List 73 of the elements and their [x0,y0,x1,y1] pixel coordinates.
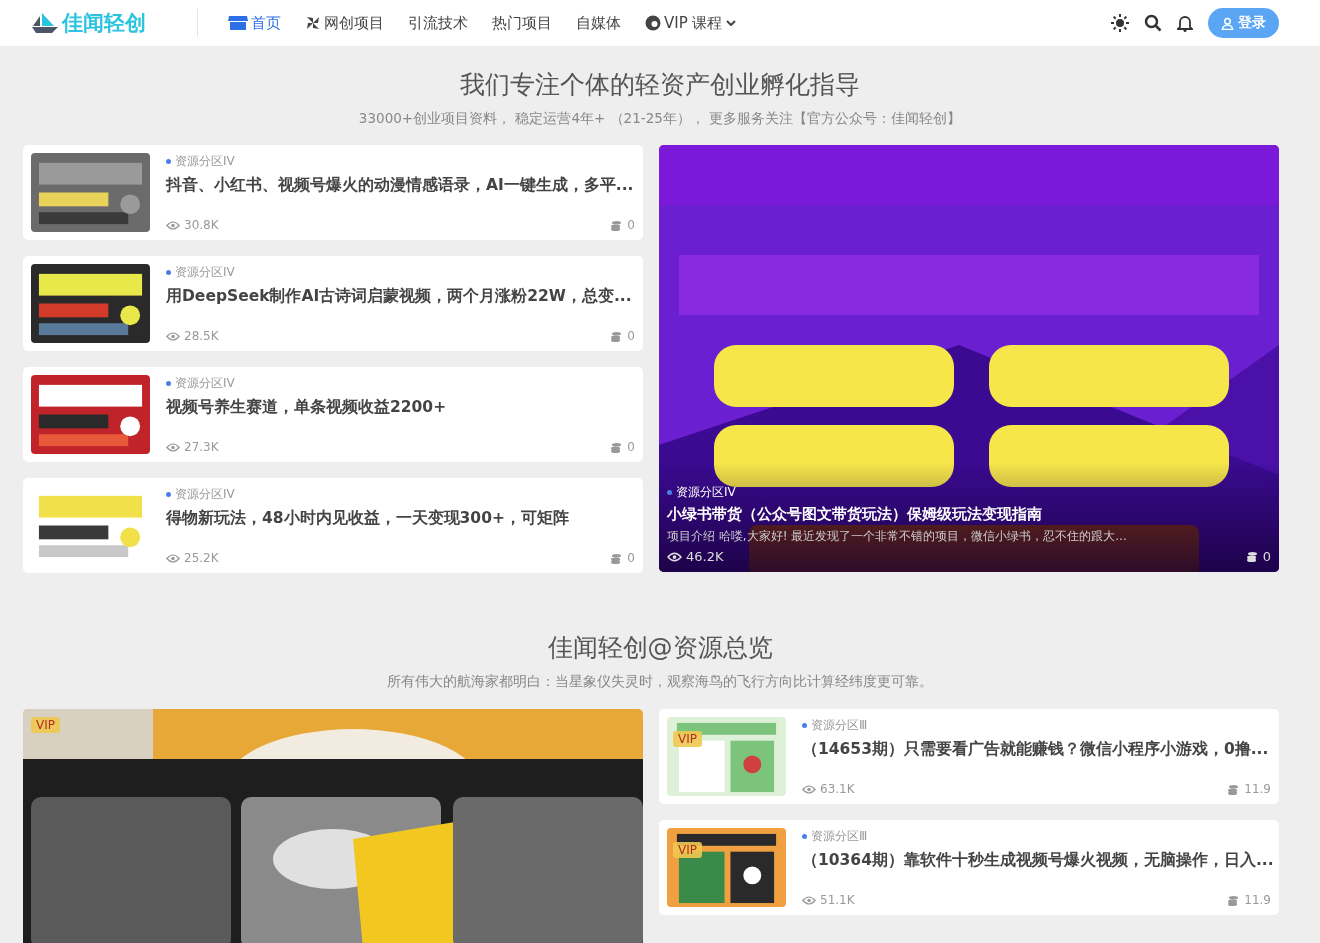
post-card[interactable]: 资源分区IV 抖音、小红书、视频号爆火的动漫情感语录，AI一键生成，多平... 30.8K 0 [23,145,643,240]
section-title: 我们专注个体的轻资产创业孵化指导 [459,69,861,101]
price-label: 11.9 [1244,893,1271,907]
store-icon [228,15,248,31]
post-title[interactable]: （14653期）只需要看广告就能赚钱？微信小程序小游戏，0撸... [802,739,1271,760]
coins-icon [610,552,624,564]
eye-icon [667,551,682,562]
nav-link[interactable]: 引流技术 [408,13,468,33]
post-title[interactable]: 用DeepSeek制作AI古诗词启蒙视频，两个月涨粉22W，总变... [166,286,635,307]
vip-badge: VIP [673,842,702,858]
view-count: 25.2K [184,551,219,565]
user-icon [1221,16,1234,30]
eye-icon [802,895,816,905]
price-label: 11.9 [1244,782,1271,796]
nav-link[interactable]: 自媒体 [576,13,621,33]
nav-link[interactable]: 网创项目 [305,13,384,33]
section-subtitle: 33000+创业项目资料， 稳定运营4年+ （21-25年）， 更多服务关注【官方公众号：佳闻轻创】 [357,109,963,128]
comment-count: 0 [627,551,635,565]
category-dot-icon [166,159,171,164]
category-dot-icon [166,492,171,497]
swirl-icon [645,15,661,31]
post-title[interactable]: 小绿书带货（公众号图文带货玩法）保姆级玩法变现指南 [667,505,1271,524]
view-count: 28.5K [184,329,219,343]
post-title[interactable]: 得物新玩法，48小时内见收益，一天变现300+，可矩阵 [166,508,635,529]
search-icon[interactable] [1144,14,1162,32]
post-card[interactable]: VIP 资源分区Ⅲ （14653期）只需要看广告就能赚钱？微信小程序小游戏，0撸... 63.1K 11.9 [659,709,1279,804]
post-title[interactable]: 抖音、小红书、视频号爆火的动漫情感语录，AI一键生成，多平... [166,175,635,196]
coins-icon [610,330,624,342]
post-card[interactable]: 资源分区IV 用DeepSeek制作AI古诗词启蒙视频，两个月涨粉22W，总变... 28.5K 0 [23,256,643,351]
coins-icon [1245,551,1259,562]
eye-icon [166,331,180,341]
post-excerpt: 项目介绍 哈喽,大家好! 最近发现了一个非常不错的项目，微信小绿书，忍不住的跟大... [667,528,1128,545]
category-dot-icon [802,834,807,839]
section-title: 佳闻轻创@资源总览 [546,632,774,664]
view-count: 46.2K [686,549,724,564]
featured-banner[interactable]: 资源分区IV 小绿书带货（公众号图文带货玩法）保姆级玩法变现指南 项目介绍 哈喽,大家好! 最近发现了一个非常不错的项目，微信小绿书，忍不住的跟大... 46.2K 0 [659,145,1279,572]
bell-icon[interactable] [1177,14,1193,32]
coins-icon [610,219,624,231]
comment-count: 0 [1262,549,1271,564]
category-dot-icon [166,381,171,386]
coins-icon [1227,783,1241,795]
post-card[interactable]: VIP [23,709,643,943]
category-dot-icon [802,723,807,728]
eye-icon [166,442,180,452]
eye-icon [802,784,816,794]
theme-toggle-icon[interactable] [1111,14,1129,32]
post-title[interactable]: 视频号养生赛道，单条视频收益2200+ [166,397,635,418]
post-card[interactable]: 资源分区IV 视频号养生赛道，单条视频收益2200+ 27.3K 0 [23,367,643,462]
coins-icon [1227,894,1241,906]
category-dot-icon [166,270,171,275]
view-count: 30.8K [184,218,219,232]
comment-count: 0 [627,218,635,232]
boat-logo-icon[interactable] [30,11,60,35]
category-label[interactable]: 资源分区IV [676,484,736,501]
view-count: 63.1K [820,782,855,796]
coins-icon [610,441,624,453]
vip-badge: VIP [31,717,60,733]
nav-link[interactable]: 热门项目 [492,13,552,33]
nav-link[interactable]: 首页 [228,13,281,33]
section-subtitle: 所有伟大的航海家都明白：当星象仪失灵时，观察海鸟的飞行方向比计算经纬度更可靠。 [386,672,934,691]
post-card[interactable]: VIP 资源分区Ⅲ （10364期）靠软件十秒生成视频号爆火视频，无脑操作，日入... 51.1K 11.9 [659,820,1279,915]
pinwheel-icon [305,15,321,31]
comment-count: 0 [627,329,635,343]
vip-badge: VIP [673,731,702,747]
category-dot-icon [667,490,672,495]
view-count: 51.1K [820,893,855,907]
post-title[interactable]: （10364期）靠软件十秒生成视频号爆火视频，无脑操作，日入... [802,850,1271,871]
nav-link[interactable]: VIP 课程 [645,13,736,33]
eye-icon [166,220,180,230]
eye-icon [166,553,180,563]
comment-count: 0 [627,440,635,454]
post-card[interactable]: 资源分区IV 得物新玩法，48小时内见收益，一天变现300+，可矩阵 25.2K 0 [23,478,643,573]
view-count: 27.3K [184,440,219,454]
